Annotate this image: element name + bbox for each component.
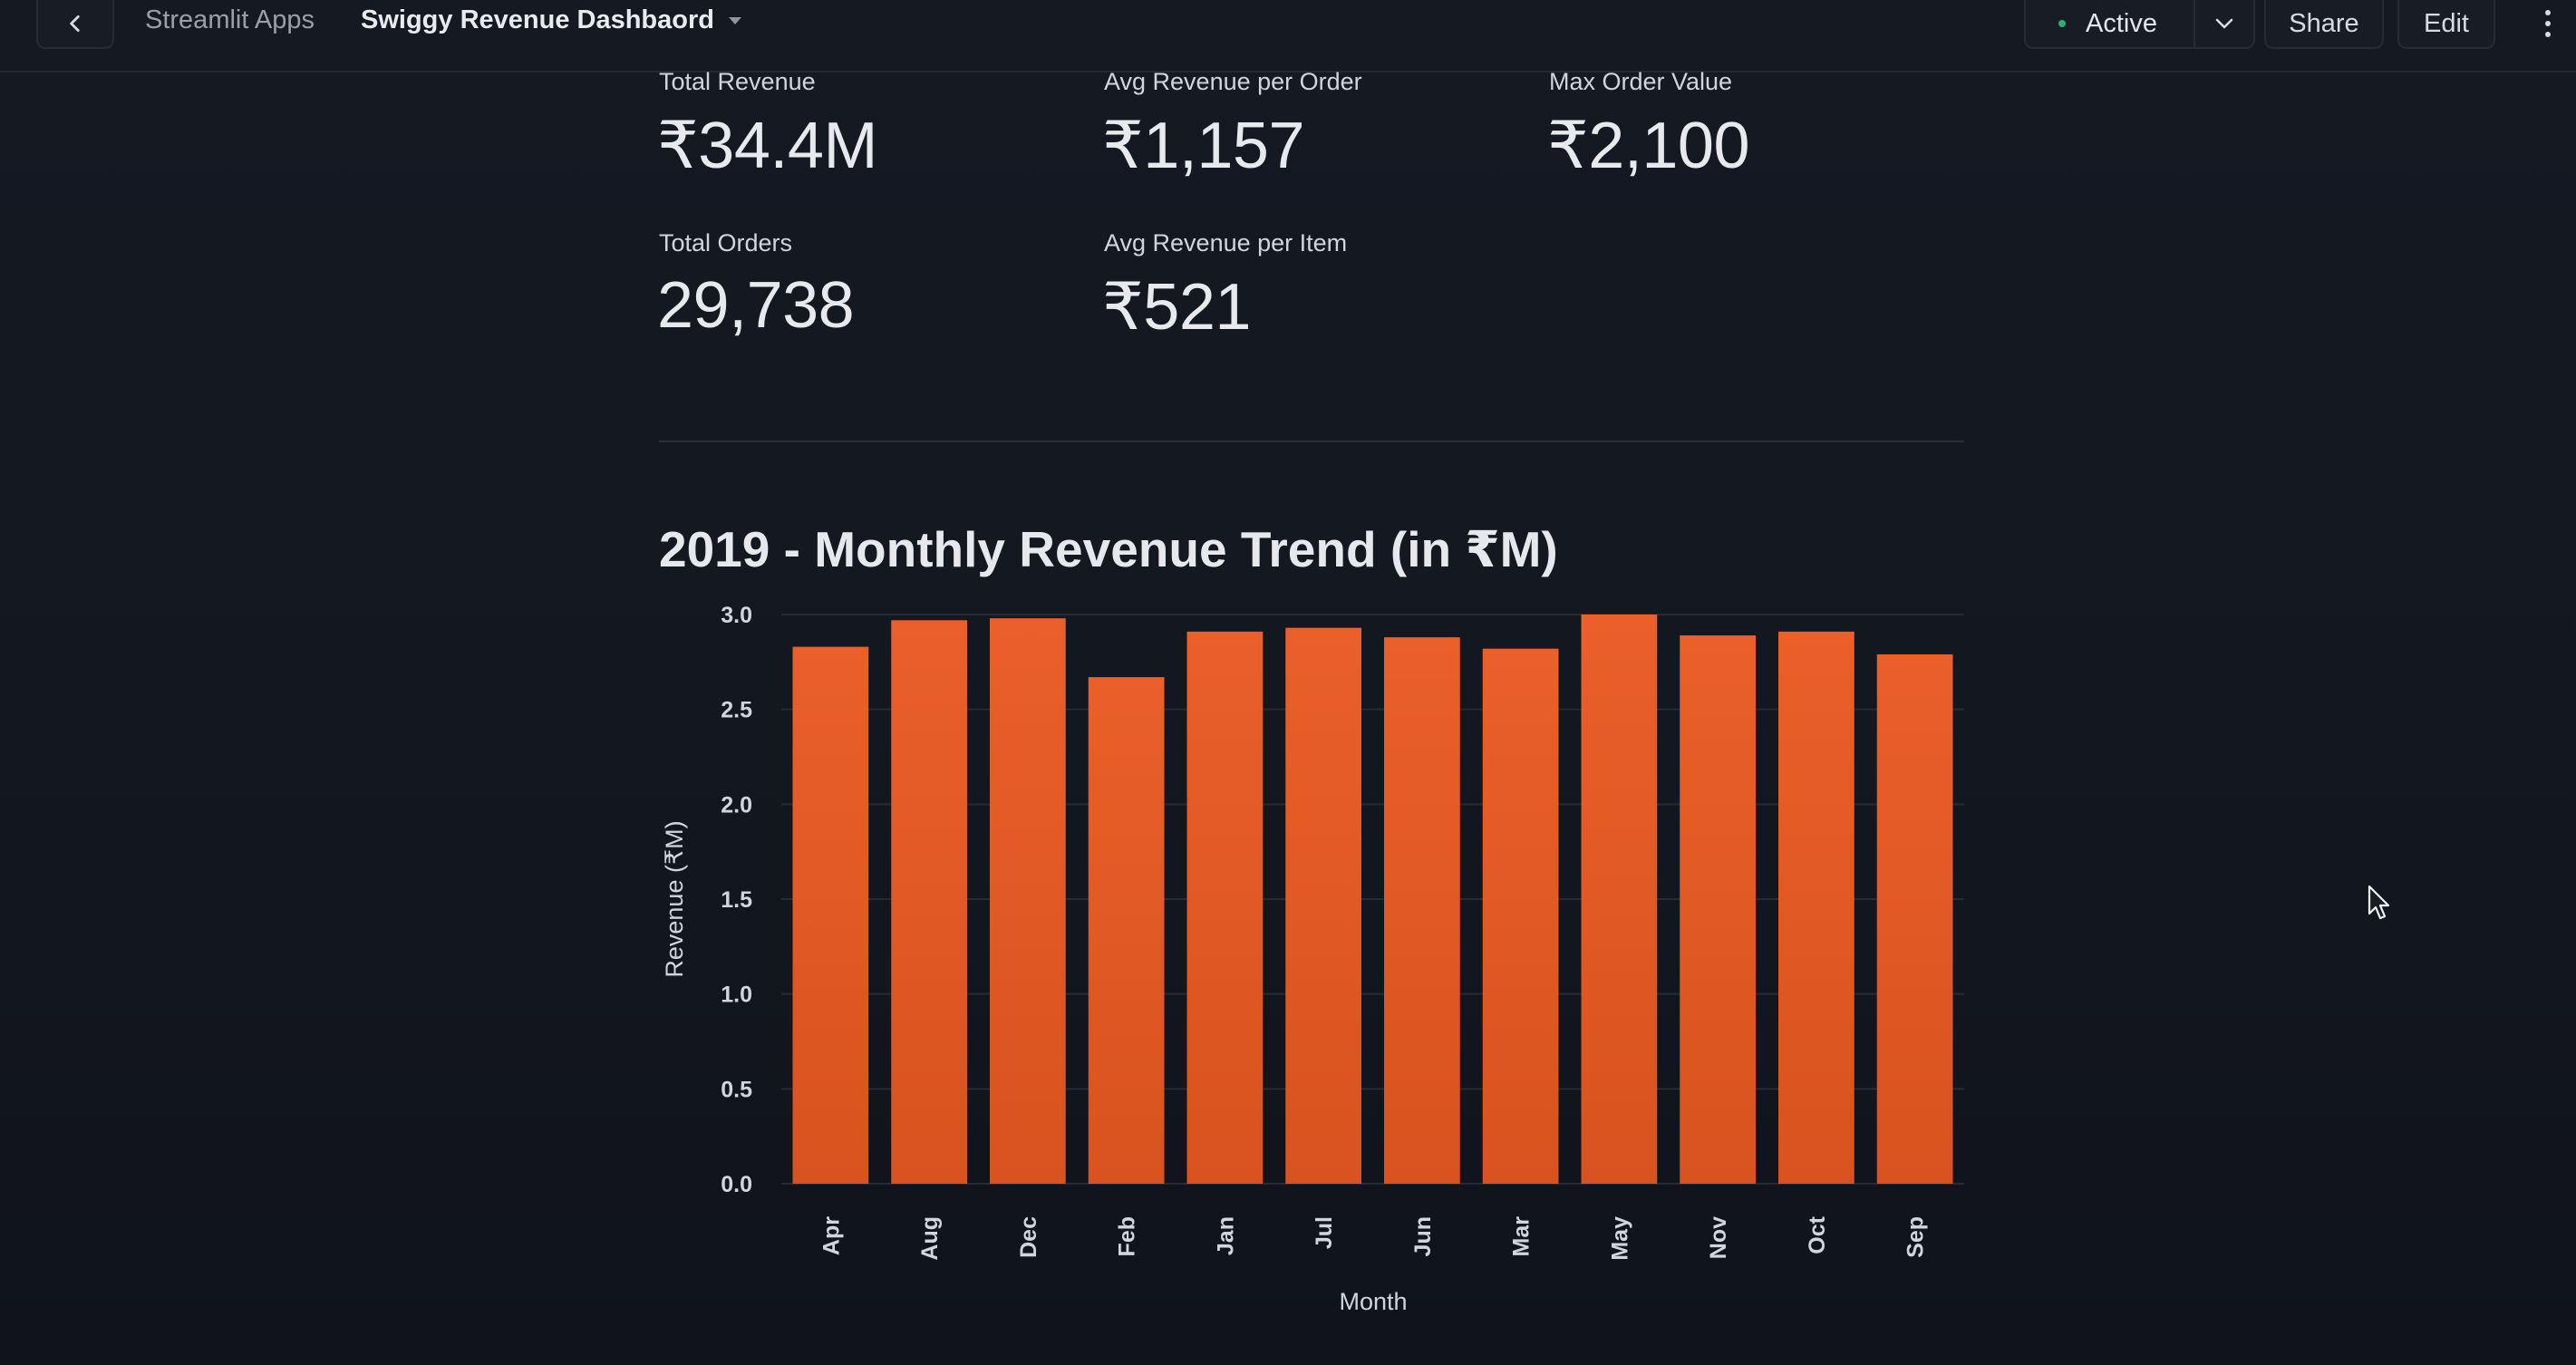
- app-root: Streamlit Apps Swiggy Revenue Dashbaord …: [0, 0, 2576, 1365]
- bar-nov[interactable]: [1680, 635, 1756, 1184]
- x-tick-label: Aug: [917, 1216, 943, 1261]
- chart-y-ticks: 0.0 0.5 1.0 1.5 2.0 2.5 3.0: [721, 603, 752, 1197]
- y-tick-label: 2.0: [721, 792, 752, 818]
- chart-x-ticks: Apr Aug Dec Feb Jan Jul Jun Mar May Nov Oct Sep: [818, 1215, 1928, 1260]
- mouse-cursor-icon: [2368, 885, 2390, 920]
- x-tick-label: Nov: [1706, 1216, 1731, 1259]
- y-tick-label: 2.5: [721, 698, 752, 723]
- revenue-bar-chart: 0.0 0.5 1.0 1.5 2.0 2.5 3.0 Apr Aug Dec Feb Jan Jul…: [661, 603, 1964, 1315]
- x-tick-label: Apr: [818, 1216, 844, 1255]
- x-tick-label: Dec: [1016, 1216, 1041, 1258]
- chart-y-axis-label: Revenue (₹M): [661, 820, 688, 977]
- bar-jun[interactable]: [1384, 637, 1460, 1184]
- bar-oct[interactable]: [1778, 631, 1855, 1184]
- bar-jul[interactable]: [1285, 627, 1361, 1184]
- bar-sep[interactable]: [1876, 653, 1953, 1184]
- y-tick-label: 1.5: [721, 887, 752, 913]
- x-tick-label: Jul: [1312, 1216, 1337, 1249]
- x-tick-label: Jun: [1410, 1216, 1436, 1256]
- y-tick-label: 0.5: [721, 1077, 752, 1102]
- y-tick-label: 1.0: [721, 983, 752, 1008]
- x-tick-label: Sep: [1903, 1216, 1929, 1258]
- x-tick-label: Mar: [1509, 1216, 1535, 1257]
- bar-dec[interactable]: [990, 618, 1066, 1184]
- x-tick-label: May: [1607, 1216, 1632, 1261]
- bar-feb[interactable]: [1088, 677, 1165, 1184]
- bar-aug[interactable]: [891, 620, 967, 1184]
- bar-may[interactable]: [1581, 615, 1658, 1184]
- x-tick-label: Jan: [1213, 1216, 1238, 1255]
- bar-jan[interactable]: [1186, 631, 1264, 1184]
- chart-x-axis-label: Month: [1339, 1288, 1407, 1315]
- bar-mar[interactable]: [1482, 648, 1559, 1184]
- x-tick-label: Oct: [1805, 1215, 1830, 1254]
- x-tick-label: Feb: [1115, 1216, 1140, 1256]
- y-tick-label: 0.0: [721, 1172, 752, 1197]
- y-tick-label: 3.0: [721, 603, 752, 628]
- bar-apr[interactable]: [792, 646, 869, 1184]
